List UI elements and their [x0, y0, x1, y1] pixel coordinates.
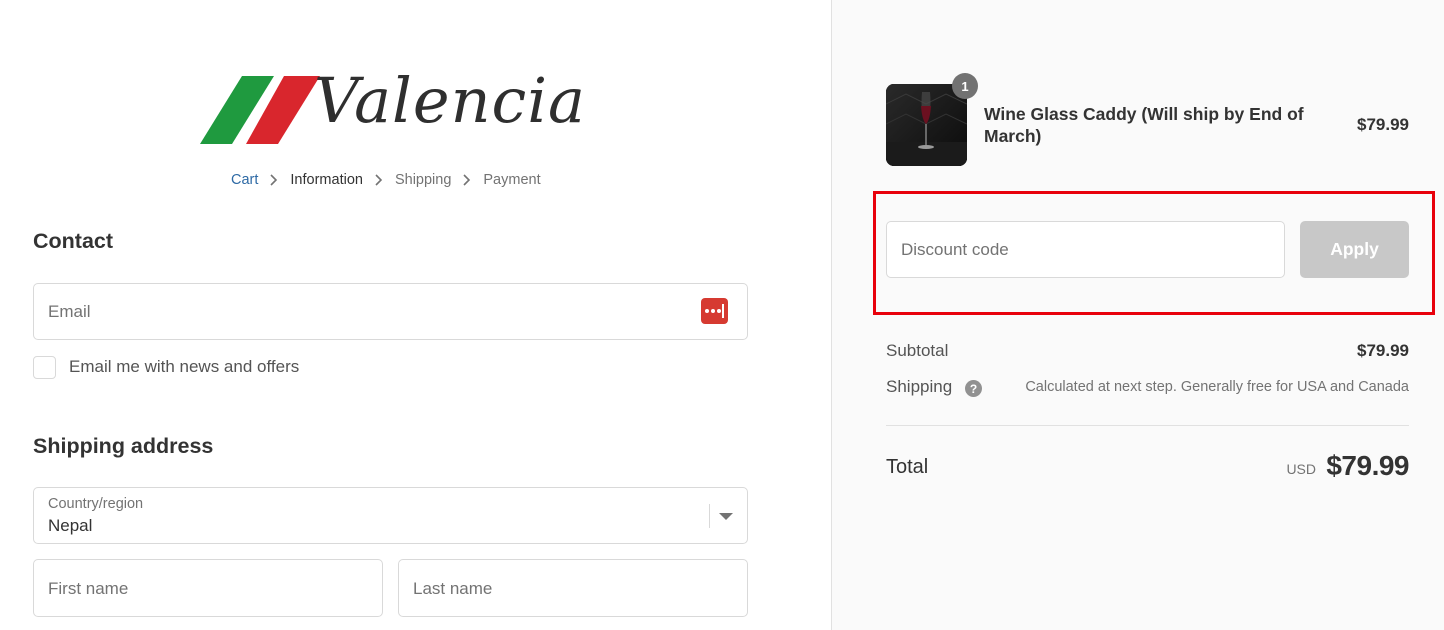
product-price: $79.99	[1357, 115, 1409, 134]
last-name-placeholder: Last name	[413, 579, 493, 598]
chevron-right-icon	[258, 172, 290, 188]
summary-divider	[886, 425, 1409, 426]
logo-wordmark: Valencia	[314, 64, 587, 137]
country-value: Nepal	[48, 516, 93, 535]
total-value: $79.99	[1326, 450, 1409, 481]
breadcrumb: Cart Information Shipping Payment	[231, 172, 541, 188]
total-label: Total	[886, 456, 929, 478]
first-name-placeholder: First name	[48, 579, 129, 598]
product-name: Wine Glass Caddy (Will ship by End of Ma…	[984, 104, 1304, 146]
email-field[interactable]: Email	[33, 283, 748, 340]
currency-code: USD	[1286, 461, 1316, 477]
breadcrumb-information: Information	[290, 172, 363, 188]
select-divider	[709, 504, 710, 528]
newsletter-label[interactable]: Email me with news and offers	[69, 357, 299, 377]
discount-code-input[interactable]: Discount code	[886, 221, 1285, 278]
flag-stripes-icon	[200, 76, 320, 144]
order-summary: 1 Wine Glass Caddy (Will ship by End of …	[831, 0, 1444, 630]
subtotal-value: $79.99	[1357, 341, 1409, 360]
breadcrumb-shipping: Shipping	[394, 172, 452, 188]
breadcrumb-payment: Payment	[483, 172, 541, 188]
country-select[interactable]: Country/region Nepal	[33, 487, 748, 544]
contact-title: Contact	[33, 229, 114, 253]
discount-placeholder: Discount code	[901, 240, 1009, 259]
shipping-note: Calculated at next step. Generally free …	[1025, 379, 1409, 395]
chevron-down-icon	[719, 513, 733, 520]
subtotal-label: Subtotal	[886, 341, 949, 360]
store-logo[interactable]: Valencia	[200, 64, 585, 148]
password-manager-icon[interactable]	[701, 298, 728, 324]
quantity-badge: 1	[952, 73, 978, 99]
shipping-label: Shipping	[886, 377, 953, 396]
email-placeholder: Email	[48, 302, 91, 321]
shipping-address-title: Shipping address	[33, 434, 214, 458]
last-name-field[interactable]: Last name	[398, 559, 748, 617]
apply-discount-button[interactable]: Apply	[1300, 221, 1409, 278]
product-thumbnail: 1	[886, 73, 978, 166]
wine-glass-icon	[886, 84, 967, 166]
chevron-right-icon	[451, 172, 483, 188]
breadcrumb-cart-link[interactable]: Cart	[231, 172, 258, 188]
help-question-icon[interactable]: ?	[965, 380, 982, 397]
checkout-main: Valencia Cart Information Shipping Payme…	[0, 0, 831, 630]
chevron-right-icon	[363, 172, 395, 188]
country-label: Country/region	[48, 496, 144, 512]
newsletter-checkbox[interactable]	[33, 356, 56, 379]
first-name-field[interactable]: First name	[33, 559, 383, 617]
